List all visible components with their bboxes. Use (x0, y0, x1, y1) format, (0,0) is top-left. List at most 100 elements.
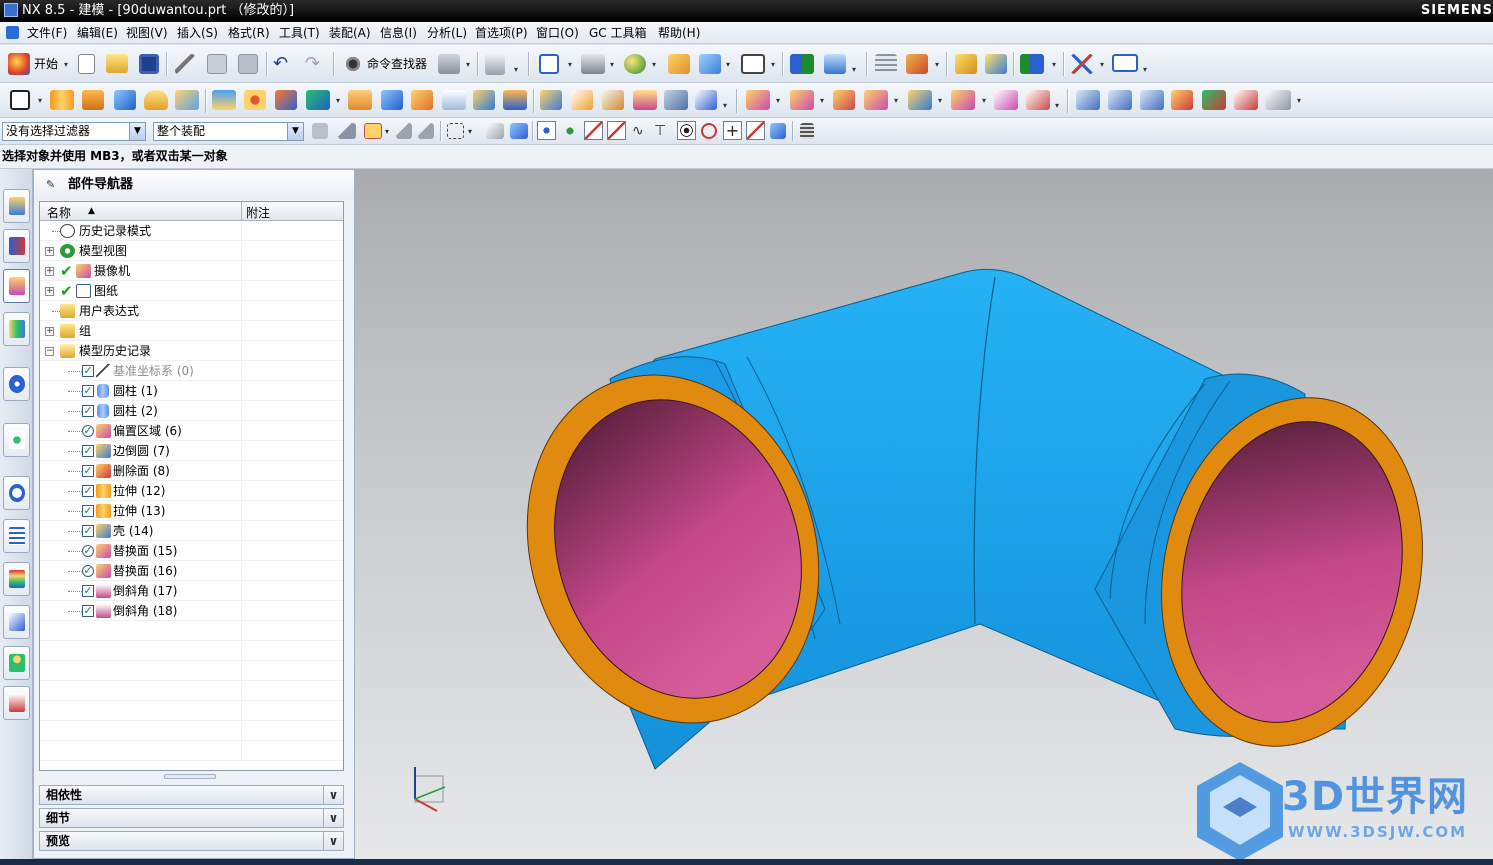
start-dropdown-icon[interactable]: ▾ (64, 60, 68, 69)
feature-row[interactable]: ✓ 边倒圆 (7) (40, 441, 343, 461)
feature-row[interactable]: ✓ 拉伸 (13) (40, 501, 343, 521)
snap-arc-center-icon[interactable] (677, 121, 696, 140)
visualization-tab[interactable] (3, 562, 30, 596)
swept-icon[interactable] (695, 90, 717, 110)
column-note-header[interactable]: 附注 (246, 204, 270, 221)
enlarge-icon[interactable] (1265, 90, 1291, 110)
feature-checkbox[interactable]: ✓ (82, 605, 94, 617)
extrude-tool-icon[interactable] (50, 90, 74, 110)
reuse-library-tab[interactable] (3, 312, 30, 346)
split-body-icon[interactable] (381, 90, 403, 110)
preview-pane[interactable]: 预览 ∨ (39, 831, 344, 851)
system-scenes-tab[interactable] (3, 686, 30, 720)
undo-icon[interactable]: ↶ (273, 55, 295, 73)
menu-edit[interactable]: 编辑(E) (74, 25, 121, 41)
sync-dropdown-icon[interactable]: ▾ (1055, 101, 1059, 110)
unite-tool-icon[interactable] (306, 90, 330, 110)
feature-checkbox[interactable]: ✓ (82, 405, 94, 417)
synchronous-move-face-icon[interactable] (746, 90, 770, 110)
shaping-dropdown-icon[interactable]: ▾ (1297, 96, 1301, 105)
assembly-navigator-tab[interactable] (3, 189, 30, 223)
edit-object-display-icon[interactable] (668, 54, 690, 74)
draft-tool-icon[interactable] (503, 90, 527, 110)
chevron-down-icon[interactable]: ∨ (323, 832, 343, 850)
feature-checkbox[interactable]: ✓ (82, 445, 94, 457)
grid-dropdown-icon[interactable]: ▾ (1100, 60, 1104, 69)
pane-splitter[interactable] (164, 774, 216, 779)
background-dropdown-icon[interactable]: ▾ (652, 60, 656, 69)
trim-body-icon[interactable] (348, 90, 372, 110)
bounded-plane-icon[interactable] (664, 90, 688, 110)
wcs-icon[interactable] (790, 54, 814, 74)
feature-row[interactable]: ✓ 壳 (14) (40, 521, 343, 541)
info-icon[interactable] (485, 53, 505, 75)
sort-ascending-icon[interactable]: ▲ (88, 206, 95, 216)
menu-gc-toolkit[interactable]: GC 工具箱 (586, 25, 650, 41)
part-navigator-tab[interactable] (3, 269, 30, 303)
menu-tools[interactable]: 工具(T) (276, 25, 323, 41)
expression-icon[interactable] (875, 54, 897, 74)
select-bodies-icon[interactable] (486, 123, 504, 139)
feature-checkbox[interactable]: ✓ (82, 385, 94, 397)
resize-dropdown-icon[interactable]: ▾ (938, 96, 942, 105)
menu-assemblies[interactable]: 装配(A) (326, 25, 374, 41)
process-studio-tab[interactable] (3, 519, 30, 553)
offset-face-icon[interactable] (540, 90, 562, 110)
layer-dropdown-icon[interactable]: ▾ (771, 60, 775, 69)
command-finder-button[interactable]: 命令查找器 (367, 56, 427, 72)
analysis-icon[interactable] (955, 54, 977, 74)
move-object-icon[interactable] (824, 54, 846, 74)
feature-checkbox[interactable]: ✓ (82, 565, 94, 577)
feature-checkbox[interactable]: ✓ (82, 585, 94, 597)
show-hide-icon[interactable] (699, 54, 721, 74)
block-tool-icon[interactable] (114, 90, 136, 110)
view-orient-dropdown-icon[interactable]: ▾ (466, 60, 470, 69)
smooth-poles-icon[interactable] (1234, 90, 1258, 110)
shell-tool-icon[interactable] (473, 90, 495, 110)
chevron-down-icon[interactable]: ∨ (323, 786, 343, 804)
snap-existing-point-icon[interactable]: + (723, 121, 742, 140)
info-dropdown-icon[interactable]: ▾ (514, 65, 518, 74)
details-pane[interactable]: 细节 ∨ (39, 808, 344, 828)
navigator-tree[interactable]: 名称 ▲ 附注 历史记录模式 + 模型视图 + ✔ 摄像机 + ✔ 图纸 用户表达式 + 组… (39, 201, 344, 771)
feature-checkbox[interactable]: ✓ (82, 485, 94, 497)
expand-icon[interactable]: + (45, 267, 54, 276)
pocket-tool-icon[interactable] (244, 90, 266, 110)
deviation-icon[interactable] (985, 54, 1007, 74)
select-face-rule-icon[interactable] (396, 123, 412, 139)
move-dropdown-icon[interactable]: ▾ (852, 65, 856, 74)
feature-row[interactable]: ✓ 删除面 (8) (40, 461, 343, 481)
edge-blend-tool-icon[interactable] (411, 90, 433, 110)
curve-shape-icon[interactable] (1202, 90, 1226, 110)
i-form-icon[interactable] (1108, 90, 1132, 110)
feature-checkbox[interactable]: ✓ (82, 425, 94, 437)
view-orient-icon[interactable] (438, 54, 460, 74)
web-browser-tab[interactable] (3, 423, 30, 457)
snap-control-point-icon[interactable]: ∿ (632, 123, 648, 139)
offset-region-tool-icon[interactable] (951, 90, 975, 110)
menu-window[interactable]: 窗口(O) (533, 25, 582, 41)
make-coplanar-icon[interactable] (994, 90, 1018, 110)
snap-points-icon[interactable] (562, 123, 578, 139)
feature-row[interactable]: ✓ 圆柱 (2) (40, 401, 343, 421)
menu-help[interactable]: 帮助(H) (655, 25, 703, 41)
feature-row[interactable]: ✓ 基准坐标系 (0) (40, 361, 343, 381)
paste-icon[interactable] (238, 54, 258, 74)
rectangle-select-icon[interactable] (447, 123, 464, 139)
snap-enable-icon[interactable] (537, 121, 556, 140)
feature-curves-dropdown-icon[interactable]: ▾ (385, 127, 389, 136)
replace-dropdown-icon[interactable]: ▾ (894, 96, 898, 105)
menu-information[interactable]: 信息(I) (377, 25, 420, 41)
pull-face-dropdown-icon[interactable]: ▾ (820, 96, 824, 105)
show-hide-dropdown-icon[interactable]: ▾ (726, 60, 730, 69)
select-body-rule-icon[interactable] (418, 123, 434, 139)
fit-view-icon[interactable] (539, 54, 559, 74)
feature-row[interactable]: ✓ 偏置区域 (6) (40, 421, 343, 441)
match-edge-icon[interactable] (1171, 90, 1193, 110)
check-mark-icon[interactable]: ✔ (60, 262, 73, 280)
macro-dropdown-icon[interactable]: ▾ (1052, 60, 1056, 69)
redo-icon[interactable]: ↷ (305, 55, 327, 73)
tree-row[interactable]: 用户表达式 (40, 301, 343, 321)
nx-menu-icon[interactable] (6, 26, 19, 39)
tree-row[interactable]: + ✔ 图纸 (40, 281, 343, 301)
